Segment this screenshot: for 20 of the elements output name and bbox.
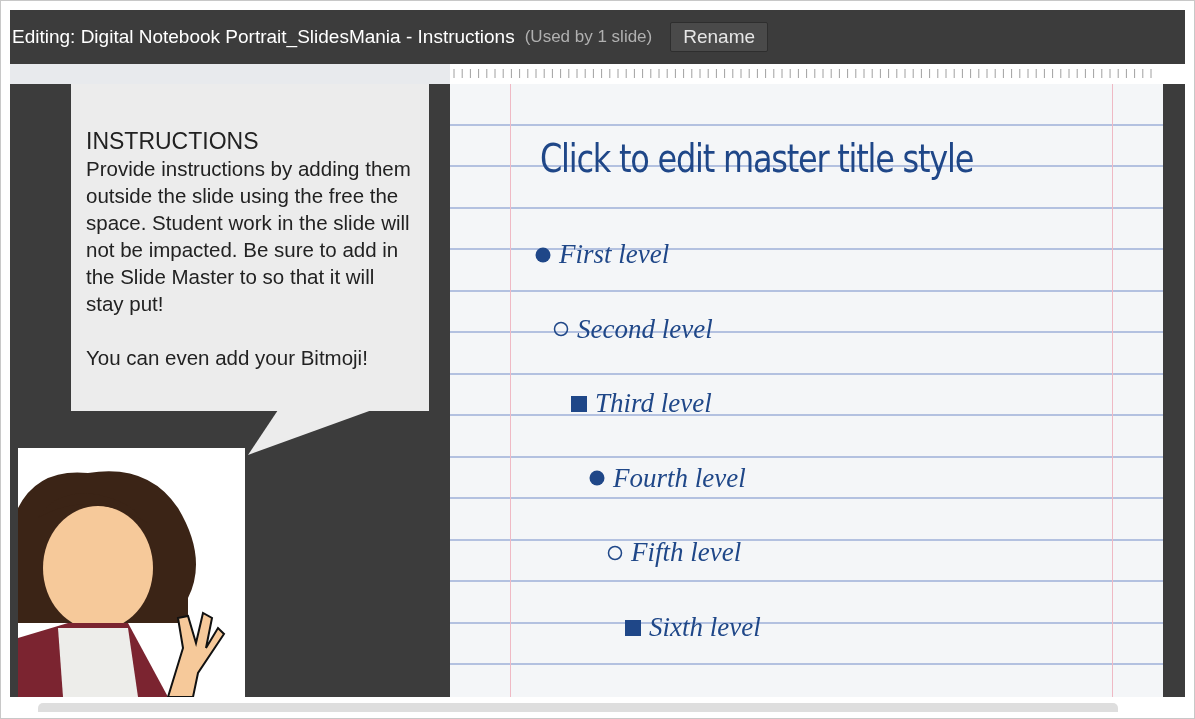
bullet-text: Fifth level: [631, 537, 742, 569]
callout-heading: INSTRUCTIONS: [86, 128, 260, 155]
bullet-circle-icon: [553, 321, 569, 338]
bullet-text: First level: [559, 239, 670, 270]
callout-text: You can even add your Bitmoji!: [86, 345, 369, 371]
bullet-dot-icon: [535, 246, 551, 263]
bullet-text: Second level: [577, 313, 713, 345]
layout-title: Editing: Digital Notebook Portrait_SlidesMania - Instructions: [12, 26, 515, 48]
bullet-text: Sixth level: [649, 612, 761, 643]
slide-title: Click to edit master title style: [540, 136, 974, 181]
bullet-square-icon: [571, 395, 587, 412]
bullet-square-icon: [625, 619, 641, 636]
bullet-circle-icon: [607, 544, 623, 561]
rename-button[interactable]: Rename: [670, 22, 769, 52]
bullet-dot-icon: [589, 470, 605, 487]
usage-count: (Used by 1 slide): [524, 27, 653, 47]
scrollbar[interactable]: [38, 703, 1118, 712]
callout-text: Provide instructions by adding them outside the slide using the free the space. Student work in the slide will not be impacted. Be sure to add in the Slide Master to so that it will stay put!: [86, 156, 412, 317]
bullet-text: Fourth level: [613, 462, 746, 494]
bullet-text: Third level: [595, 388, 712, 420]
